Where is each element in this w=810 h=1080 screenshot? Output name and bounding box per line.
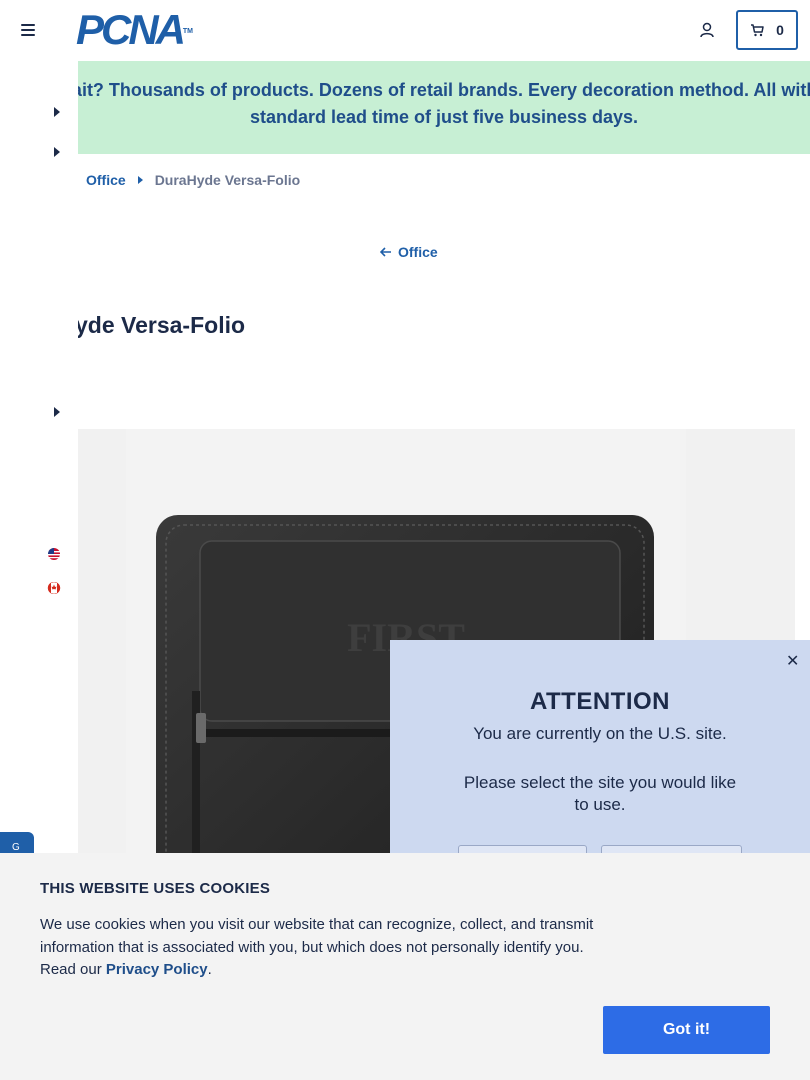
arrow-left-icon	[380, 247, 391, 257]
logo-trademark: TM	[182, 28, 194, 35]
site-header: PCNA TM 0	[0, 0, 810, 61]
back-link-label: Office	[398, 244, 438, 260]
back-link[interactable]: Office	[380, 244, 438, 260]
cookie-text: We use cookies when you visit our websit…	[40, 916, 594, 978]
us-flag-icon[interactable]	[46, 548, 62, 560]
page-title: DuraHyde Versa-Folio	[78, 312, 246, 338]
cart-count: 0	[776, 22, 784, 38]
page-title-wrap: DuraHyde Versa-Folio	[78, 312, 478, 344]
canada-flag-icon[interactable]	[46, 582, 62, 594]
modal-title: ATTENTION	[529, 688, 671, 715]
rail-arrow-icon[interactable]	[54, 407, 60, 417]
modal-instruction: Please select the site you would like to…	[463, 773, 737, 814]
close-icon[interactable]: ✕	[786, 651, 799, 671]
breadcrumb-link-office[interactable]: Office	[86, 172, 126, 188]
logo-text: PCNA	[76, 6, 186, 53]
breadcrumb: Office DuraHyde Versa-Folio	[86, 172, 300, 188]
rail-arrow-icon[interactable]	[54, 147, 60, 157]
account-icon[interactable]	[700, 22, 714, 38]
cookie-title: THIS WEBSITE USES COOKIES	[40, 880, 271, 897]
side-tab-label: G	[12, 842, 20, 853]
banner-text: Wait? Thousands of products. Dozens of r…	[78, 80, 810, 127]
got-it-button[interactable]: Got it!	[603, 1006, 770, 1054]
menu-icon[interactable]	[21, 24, 35, 36]
promo-banner: Wait? Thousands of products. Dozens of r…	[78, 61, 810, 154]
cart-icon	[751, 23, 764, 36]
rail-arrow-icon[interactable]	[54, 107, 60, 117]
modal-current-site: You are currently on the U.S. site.	[473, 724, 727, 743]
privacy-policy-link[interactable]: Privacy Policy	[106, 961, 208, 978]
cart-button[interactable]: 0	[736, 10, 798, 50]
breadcrumb-current: DuraHyde Versa-Folio	[154, 172, 301, 188]
breadcrumb-chevron-icon	[137, 176, 143, 184]
pcna-logo[interactable]: PCNA TM	[76, 9, 193, 51]
site-select-modal	[390, 640, 810, 870]
